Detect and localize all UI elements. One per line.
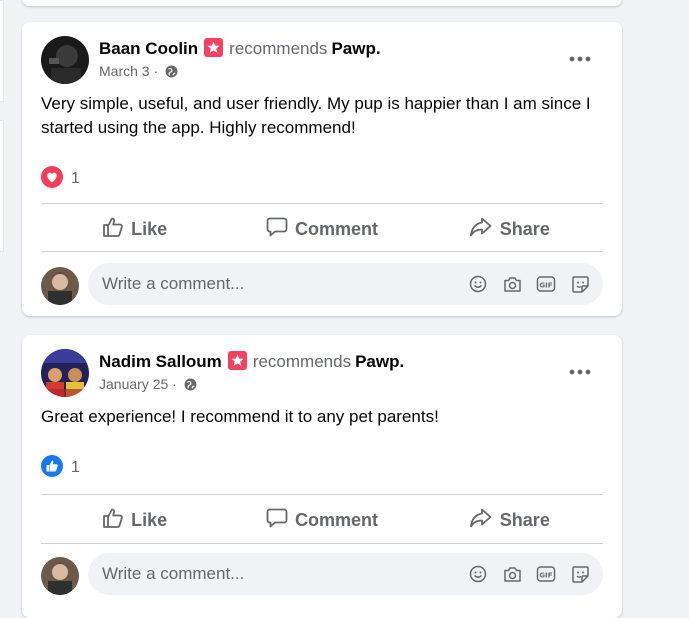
side-panel-edge: [0, 120, 4, 252]
gif-icon[interactable]: GIF: [535, 563, 557, 585]
post-card: Baan Coolin recommends Pawp. March 3 · Ver…: [22, 22, 622, 316]
comment-label: Comment: [294, 509, 378, 530]
like-button[interactable]: Like: [41, 498, 228, 542]
post-header: Baan Coolin recommends Pawp. March 3 ·: [41, 36, 622, 86]
comment-tools: GIF: [455, 273, 591, 295]
sticker-icon[interactable]: [569, 563, 591, 585]
post-actions: Like Comment Share: [41, 207, 603, 251]
comment-composer: Write a comment... GIF: [41, 553, 603, 597]
thumbs-up-icon: [102, 216, 131, 243]
svg-text:GIF: GIF: [539, 282, 552, 290]
previous-post-card: [22, 0, 622, 6]
comment-composer: Write a comment... GIF: [41, 263, 603, 307]
post-date-line: March 3 ·: [99, 63, 178, 81]
globe-icon: [184, 378, 197, 394]
post-header: Nadim Salloum recommends Pawp. January 25 …: [41, 349, 622, 399]
post-date[interactable]: January 25 ·: [99, 376, 177, 392]
reactions-summary[interactable]: 1: [41, 454, 80, 482]
love-reaction-icon: [41, 165, 63, 193]
sticker-icon[interactable]: [569, 273, 591, 295]
share-button[interactable]: Share: [416, 207, 603, 251]
comment-label: Comment: [294, 218, 378, 239]
emoji-icon[interactable]: [467, 273, 489, 295]
recommendation-icon: [227, 351, 247, 370]
recommends-text: recommends: [252, 352, 352, 371]
thumbs-up-icon: [102, 507, 131, 534]
current-user-avatar[interactable]: [41, 267, 79, 305]
share-label: Share: [499, 509, 550, 530]
recommendation-icon: [204, 38, 224, 57]
gif-icon[interactable]: GIF: [535, 273, 557, 295]
divider: [41, 543, 603, 544]
page-name-link[interactable]: Pawp.: [331, 39, 380, 58]
share-arrow-icon: [469, 507, 500, 534]
more-options-icon[interactable]: [568, 365, 592, 377]
camera-icon[interactable]: [501, 273, 523, 295]
reaction-count: 1: [71, 459, 80, 476]
emoji-icon[interactable]: [467, 563, 489, 585]
post-title-line: Baan Coolin recommends Pawp.: [99, 38, 381, 59]
post-date[interactable]: March 3 ·: [99, 63, 158, 79]
divider: [41, 494, 603, 495]
reaction-count: 1: [71, 170, 80, 187]
comment-placeholder: Write a comment...: [102, 274, 245, 293]
like-button[interactable]: Like: [41, 207, 228, 251]
page-name-link[interactable]: Pawp.: [355, 352, 404, 371]
reactions-summary[interactable]: 1: [41, 165, 80, 193]
comment-input[interactable]: Write a comment... GIF: [88, 263, 603, 305]
current-user-avatar[interactable]: [41, 557, 79, 595]
svg-text:GIF: GIF: [539, 572, 552, 580]
recommends-text: recommends: [229, 39, 328, 58]
comment-button[interactable]: Comment: [228, 207, 415, 251]
divider: [41, 251, 603, 252]
post-actions: Like Comment Share: [41, 498, 603, 542]
author-avatar[interactable]: [41, 36, 89, 84]
like-reaction-icon: [41, 454, 63, 482]
share-label: Share: [499, 218, 550, 239]
comment-button[interactable]: Comment: [228, 498, 415, 542]
comment-bubble-icon: [266, 216, 295, 243]
camera-icon[interactable]: [501, 563, 523, 585]
author-name[interactable]: Nadim Salloum: [99, 352, 222, 371]
post-card: Nadim Salloum recommends Pawp. January 25 …: [22, 335, 622, 618]
like-label: Like: [131, 218, 168, 239]
comment-placeholder: Write a comment...: [102, 564, 245, 583]
divider: [41, 203, 603, 204]
comment-input[interactable]: Write a comment... GIF: [88, 553, 603, 595]
author-avatar[interactable]: [41, 349, 89, 397]
post-text: Very simple, useful, and user friendly. …: [41, 94, 591, 137]
globe-icon: [165, 65, 178, 81]
like-label: Like: [131, 509, 168, 530]
post-title-line: Nadim Salloum recommends Pawp.: [99, 351, 404, 372]
share-arrow-icon: [469, 216, 500, 243]
more-options-icon[interactable]: [568, 52, 592, 64]
post-date-line: January 25 ·: [99, 376, 197, 394]
share-button[interactable]: Share: [416, 498, 603, 542]
author-name[interactable]: Baan Coolin: [99, 39, 198, 58]
post-text: Great experience! I recommend it to any …: [41, 407, 439, 426]
comment-tools: GIF: [455, 563, 591, 585]
side-panel-edge: [0, 0, 4, 102]
comment-bubble-icon: [266, 507, 295, 534]
